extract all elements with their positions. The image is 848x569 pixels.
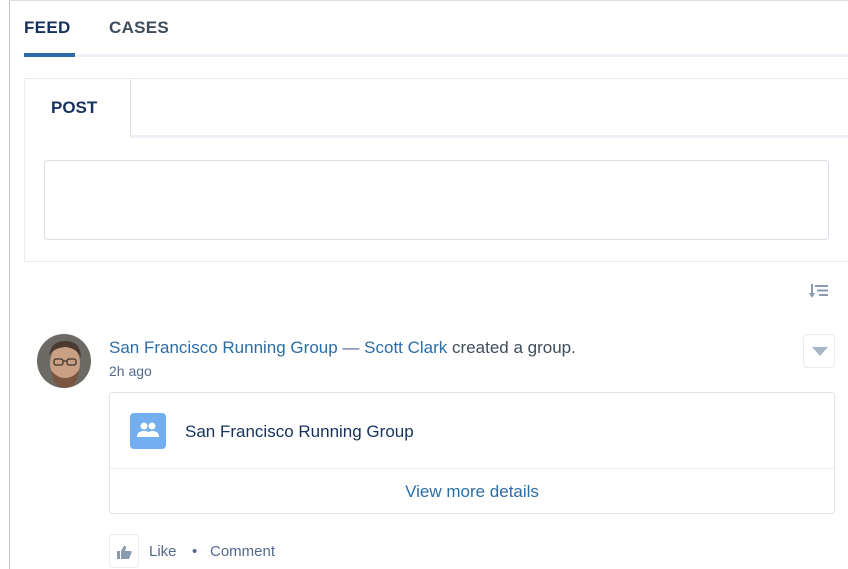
timestamp[interactable]: 2h ago	[109, 363, 152, 379]
user-link[interactable]: Scott Clark	[364, 338, 447, 357]
frame-left-border	[9, 0, 10, 569]
feed-item-menu-button[interactable]	[803, 334, 835, 368]
post-input[interactable]	[44, 160, 829, 240]
user-avatar[interactable]	[37, 334, 91, 388]
tab-divider	[75, 54, 848, 57]
comment-link[interactable]: Comment	[210, 543, 275, 560]
tab-feed[interactable]: FEED	[24, 18, 71, 38]
group-icon	[130, 413, 166, 449]
group-link[interactable]: San Francisco Running Group	[109, 338, 338, 357]
publisher: POST	[24, 78, 848, 262]
active-tab-indicator	[24, 53, 75, 57]
thumbs-up-icon	[117, 545, 132, 559]
feed-item-header: San Francisco Running Group — Scott Clar…	[109, 338, 576, 358]
action-text: created a group.	[452, 338, 576, 357]
attachment-group-name[interactable]: San Francisco Running Group	[185, 422, 414, 442]
like-label[interactable]: Like	[149, 543, 177, 560]
header-separator: —	[342, 338, 360, 357]
view-more-details-link[interactable]: View more details	[110, 482, 834, 502]
tab-post[interactable]: POST	[25, 79, 131, 137]
like-button[interactable]	[109, 534, 139, 568]
tab-cases[interactable]: CASES	[109, 18, 169, 38]
publisher-tab-divider	[131, 135, 848, 138]
group-attachment-card: San Francisco Running Group View more de…	[109, 392, 835, 514]
tab-post-label: POST	[51, 98, 98, 117]
attachment-divider	[110, 468, 834, 469]
action-separator-dot: •	[192, 543, 198, 560]
feed-tabs: FEED CASES	[24, 0, 848, 58]
chevron-down-icon	[812, 347, 828, 356]
sort-icon[interactable]	[809, 283, 829, 299]
